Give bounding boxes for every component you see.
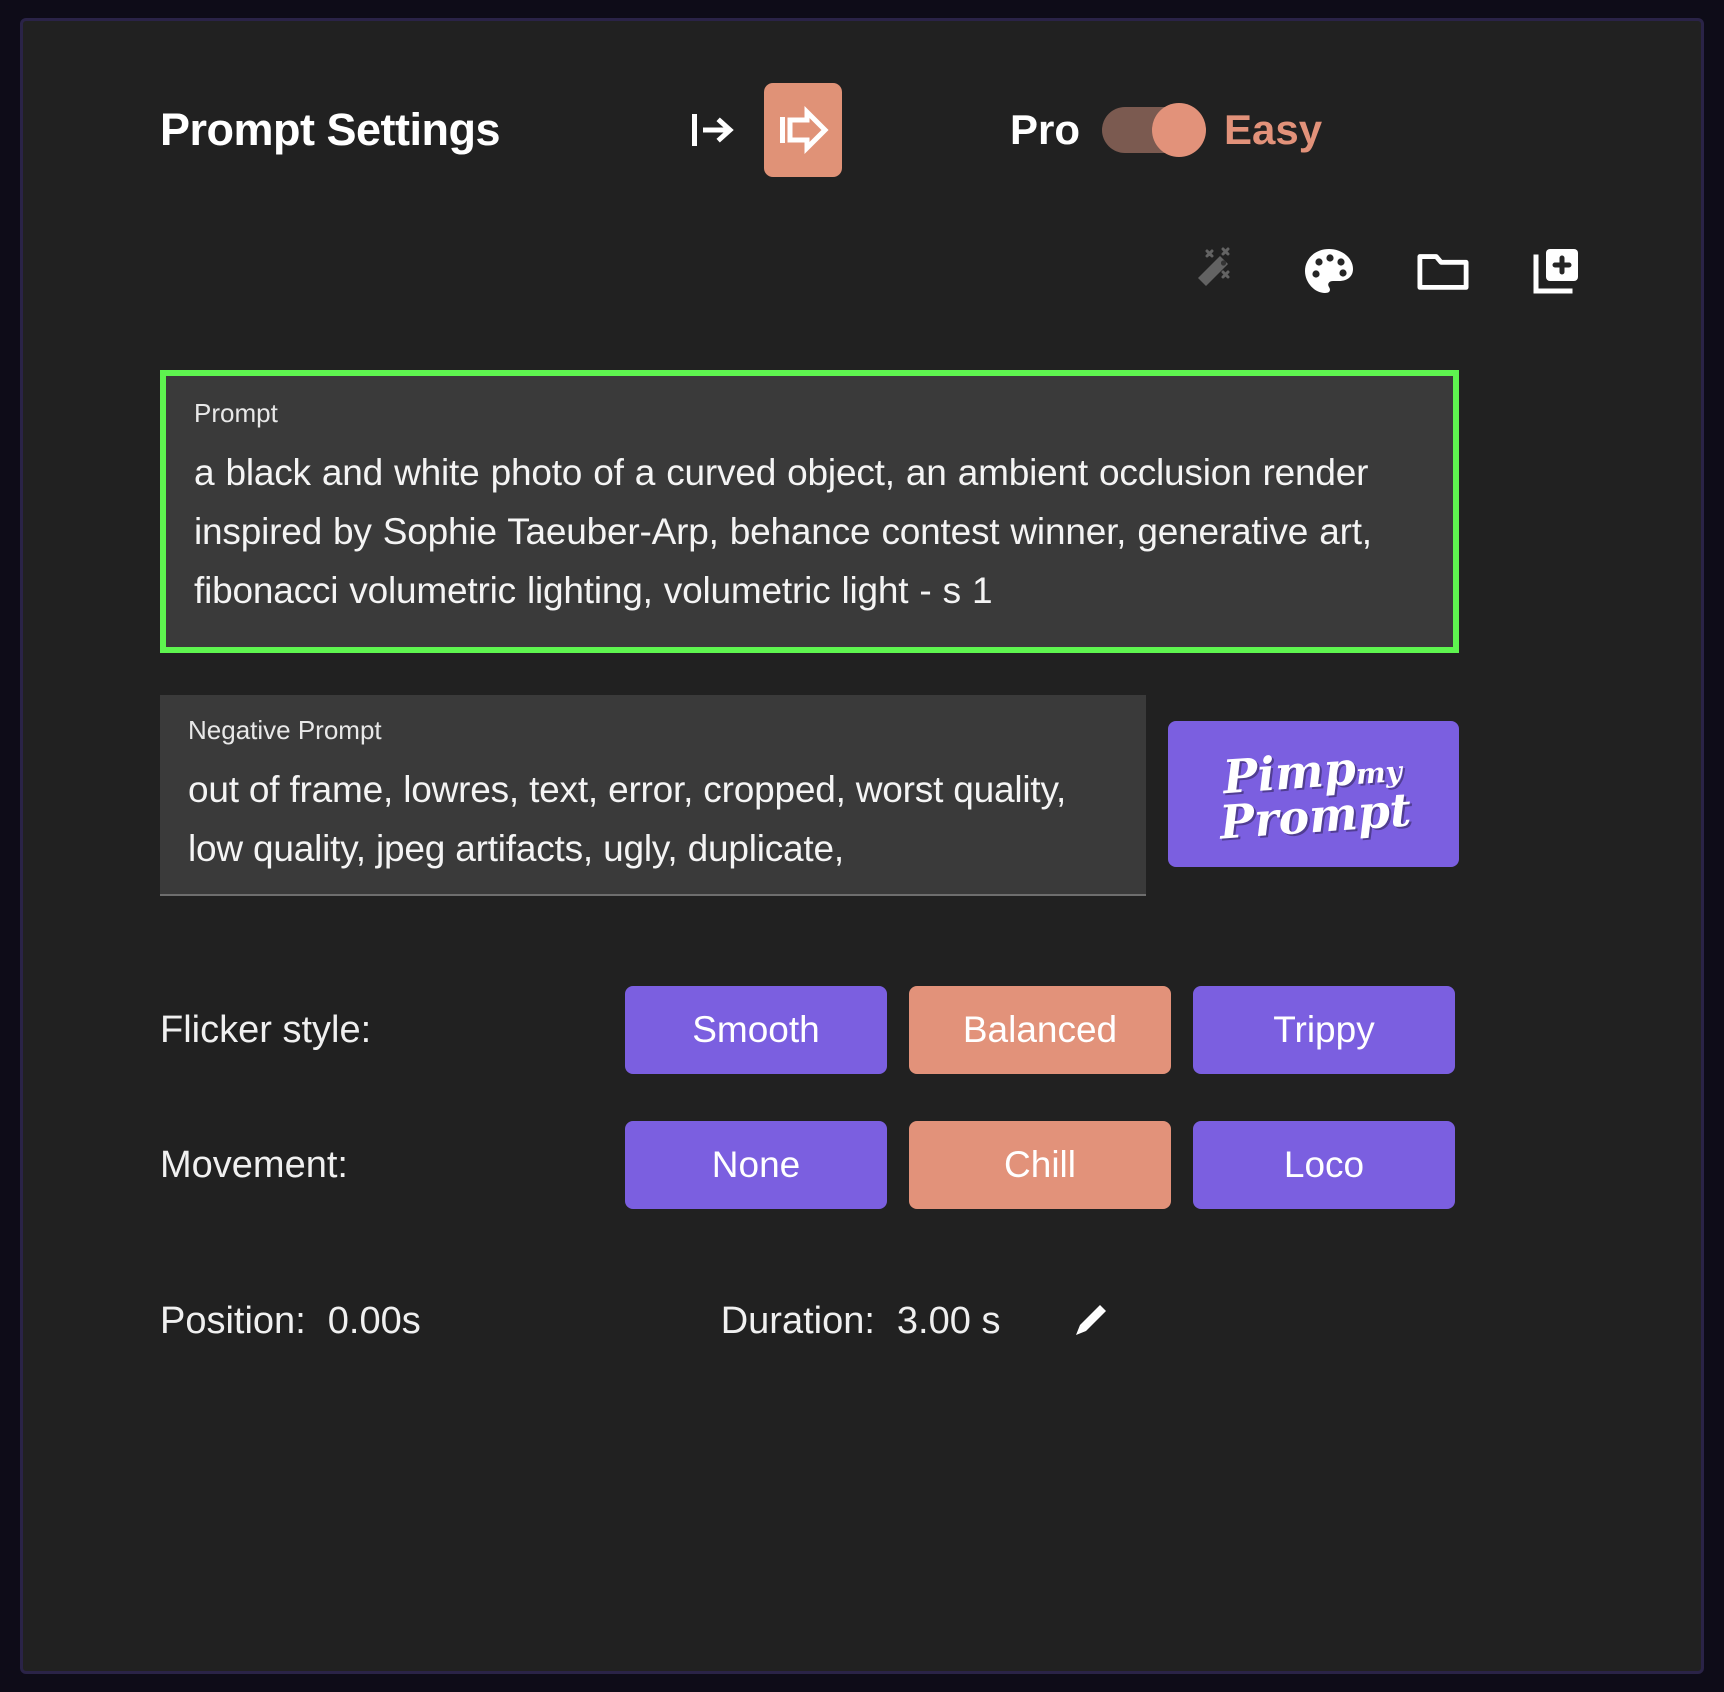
indent-increase-icon[interactable]	[764, 83, 843, 177]
prompt-label: Prompt	[194, 398, 278, 428]
pro-easy-toggle[interactable]	[1102, 103, 1207, 157]
duration-value: 3.00 s	[896, 1299, 1001, 1342]
panel-header: Prompt Settings Pro Easy	[23, 75, 1701, 185]
app-root: Prompt Settings Pro Easy Prompt a black …	[0, 0, 1724, 1692]
negative-prompt-label: Negative Prompt	[188, 715, 382, 745]
movement-option-loco[interactable]: Loco	[1193, 1121, 1455, 1209]
flicker-option-balanced[interactable]: Balanced	[909, 986, 1171, 1074]
position-label: Position:	[160, 1299, 306, 1342]
mode-easy-label[interactable]: Easy	[1224, 106, 1322, 154]
timing-row: Position: 0.00s Duration: 3.00 s	[160, 1291, 1459, 1351]
pimp-my-prompt-label: Pimpmy Prompt	[1215, 741, 1413, 850]
pencil-icon[interactable]	[1067, 1298, 1113, 1344]
negative-prompt-field[interactable]: Negative Prompt out of frame, lowres, te…	[160, 695, 1146, 896]
indent-controls	[684, 83, 843, 177]
toolbar-icons	[1189, 243, 1583, 299]
movement-option-chill[interactable]: Chill	[909, 1121, 1171, 1209]
toggle-knob	[1152, 103, 1207, 157]
mode-pro-label[interactable]: Pro	[1010, 106, 1080, 154]
negative-prompt-input[interactable]: out of frame, lowres, text, error, cropp…	[188, 760, 1118, 878]
flicker-option-smooth[interactable]: Smooth	[625, 986, 887, 1074]
page-title: Prompt Settings	[160, 104, 501, 155]
flicker-style-label: Flicker style:	[160, 1008, 372, 1051]
palette-icon[interactable]	[1303, 243, 1355, 299]
position-group: Position: 0.00s	[160, 1300, 421, 1343]
prompt-settings-panel: Prompt Settings Pro Easy Prompt a black …	[20, 18, 1704, 1674]
flicker-style-row: Flicker style: Smooth Balanced Trippy	[160, 986, 1459, 1074]
pimp-line2: Prompt	[1217, 782, 1413, 850]
movement-label: Movement:	[160, 1143, 348, 1186]
prompt-input[interactable]: a black and white photo of a curved obje…	[194, 443, 1425, 620]
prompt-field[interactable]: Prompt a black and white photo of a curv…	[160, 370, 1459, 653]
duration-group: Duration: 3.00 s	[721, 1298, 1114, 1344]
duration-label: Duration:	[720, 1299, 875, 1342]
indent-decrease-icon[interactable]	[684, 101, 742, 159]
magic-wand-icon[interactable]	[1189, 243, 1241, 299]
folder-icon[interactable]	[1417, 243, 1469, 299]
add-page-icon[interactable]	[1531, 243, 1583, 299]
movement-option-none[interactable]: None	[625, 1121, 887, 1209]
position-value: 0.00s	[327, 1299, 421, 1342]
flicker-option-trippy[interactable]: Trippy	[1193, 986, 1455, 1074]
pimp-my-prompt-button[interactable]: Pimpmy Prompt	[1168, 721, 1459, 867]
mode-toggle-group[interactable]: Pro Easy	[1010, 103, 1322, 157]
movement-row: Movement: None Chill Loco	[160, 1121, 1459, 1209]
